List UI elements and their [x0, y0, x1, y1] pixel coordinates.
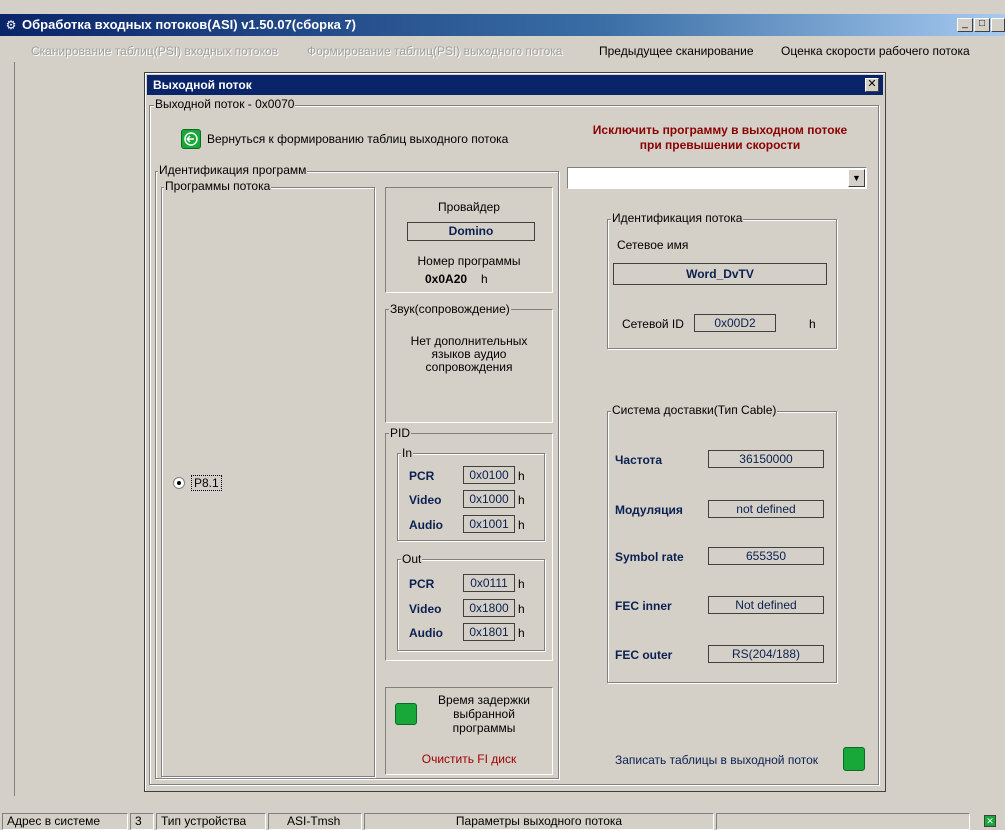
pid-out-audio-unit: h — [518, 626, 525, 640]
maximize-button[interactable]: □ — [974, 18, 990, 32]
pid-in-audio-label: Audio — [409, 518, 443, 532]
pid-in-audio-unit: h — [518, 518, 525, 532]
dialog-close-button[interactable]: ✕ — [865, 78, 879, 92]
clear-fi-disk-button[interactable]: Очистить FI диск — [385, 752, 553, 766]
output-stream-group-label: Выходной поток - 0x0070 — [154, 97, 296, 111]
window-title: Обработка входных потоков(ASI) v1.50.07(… — [22, 17, 357, 32]
pid-out-pcr-unit: h — [518, 577, 525, 591]
back-button[interactable] — [181, 129, 201, 149]
pid-out-pcr-value: 0x0111 — [463, 574, 515, 592]
frequency-value: 36150000 — [708, 450, 824, 468]
fec-outer-value: RS(204/188) — [708, 645, 824, 663]
fec-outer-label: FEC outer — [615, 648, 673, 662]
audio-info-text: Нет дополнительных языков аудио сопровож… — [410, 334, 528, 374]
pid-in-audio-value: 0x1001 — [463, 515, 515, 533]
provider-label: Провайдер — [438, 200, 500, 214]
menu-scan-input-tables[interactable]: Сканирование таблиц(PSI) входных потоков — [31, 44, 278, 58]
output-stream-dialog: Выходной поток ✕ Выходной поток - 0x0070… — [144, 72, 886, 792]
status-bar: Адрес в системе 3 Тип устройства ASI-Tms… — [0, 811, 1005, 830]
network-id-unit: h — [809, 317, 816, 331]
pid-in-video-value: 0x1000 — [463, 490, 515, 508]
provider-value: Domino — [407, 222, 535, 241]
status-device-type-value: ASI-Tmsh — [268, 813, 362, 830]
frequency-label: Частота — [615, 453, 663, 467]
programs-list-label: Программы потока — [164, 179, 272, 193]
program-option-label[interactable]: P8.1 — [191, 475, 222, 491]
program-identification-label: Идентификация программ — [158, 163, 308, 177]
close-button[interactable] — [991, 18, 1005, 32]
status-address-label: Адрес в системе — [2, 813, 128, 830]
status-device-type-label: Тип устройства — [156, 813, 266, 830]
pid-out-audio-label: Audio — [409, 626, 443, 640]
status-indicator-icon: ✕ — [984, 815, 996, 827]
pid-out-label: Out — [401, 552, 423, 566]
back-arrow-icon — [184, 132, 198, 146]
window-title-bar[interactable]: ⚙ Обработка входных потоков(ASI) v1.50.0… — [0, 14, 1005, 36]
menu-speed-estimate[interactable]: Оценка скорости рабочего потока — [781, 44, 970, 58]
network-id-label: Сетевой ID — [622, 317, 684, 331]
stream-identification-label: Идентификация потока — [611, 211, 744, 225]
modulation-label: Модуляция — [615, 503, 683, 517]
fec-inner-value: Not defined — [708, 596, 824, 614]
pid-out-video-value: 0x1800 — [463, 599, 515, 617]
minimize-button[interactable]: _ — [957, 18, 973, 32]
pid-out-pcr-label: PCR — [409, 577, 435, 591]
back-button-label[interactable]: Вернуться к формированию таблиц выходног… — [207, 132, 508, 146]
audio-group-label: Звук(сопровождение) — [389, 302, 511, 316]
network-name-label: Сетевое имя — [617, 238, 689, 252]
chevron-down-icon[interactable]: ▼ — [848, 169, 865, 187]
exclude-program-select[interactable]: ▼ — [567, 167, 867, 189]
pid-out-video-label: Video — [409, 602, 442, 616]
dialog-title-bar[interactable]: Выходной поток ✕ — [147, 75, 883, 95]
pid-out-audio-value: 0x1801 — [463, 623, 515, 641]
network-name-value: Word_DvTV — [613, 263, 827, 285]
status-empty-panel — [716, 813, 970, 830]
menu-previous-scan[interactable]: Предыдущее сканирование — [599, 44, 754, 58]
symbol-rate-label: Symbol rate — [615, 550, 684, 564]
radio-dot-icon — [177, 481, 181, 485]
delay-label: Время задержки выбранной программы — [438, 693, 530, 735]
fec-inner-label: FEC inner — [615, 599, 672, 613]
delay-button[interactable] — [395, 703, 417, 725]
write-tables-button[interactable] — [843, 747, 865, 771]
pid-in-pcr-unit: h — [518, 469, 525, 483]
program-number-unit: h — [481, 272, 488, 286]
program-number-value: 0x0A20 — [425, 272, 468, 286]
write-tables-label[interactable]: Записать таблицы в выходной поток — [615, 753, 818, 767]
modulation-value: not defined — [708, 500, 824, 518]
delivery-system-label: Система доставки(Тип Cable) — [611, 403, 778, 417]
program-radio[interactable] — [173, 477, 185, 489]
menu-build-output-tables[interactable]: Формирование таблиц(PSI) выходного поток… — [307, 44, 562, 58]
network-id-value: 0x00D2 — [694, 314, 776, 332]
status-address-value: 3 — [130, 813, 154, 830]
pid-in-label: In — [401, 446, 414, 460]
pid-in-pcr-value: 0x0100 — [463, 466, 515, 484]
dialog-title: Выходной поток — [153, 78, 252, 92]
menu-bar: Сканирование таблиц(PSI) входных потоков… — [0, 36, 1005, 62]
app-icon: ⚙ — [5, 18, 17, 32]
status-message: Параметры выходного потока — [364, 813, 714, 830]
pid-group-label: PID — [389, 426, 412, 440]
exclude-program-label: Исключить программу в выходном потоке пр… — [592, 123, 848, 152]
pid-out-video-unit: h — [518, 602, 525, 616]
pid-in-video-unit: h — [518, 493, 525, 507]
pid-in-video-label: Video — [409, 493, 442, 507]
program-number-label: Номер программы — [417, 254, 521, 268]
symbol-rate-value: 655350 — [708, 547, 824, 565]
pid-in-pcr-label: PCR — [409, 469, 435, 483]
